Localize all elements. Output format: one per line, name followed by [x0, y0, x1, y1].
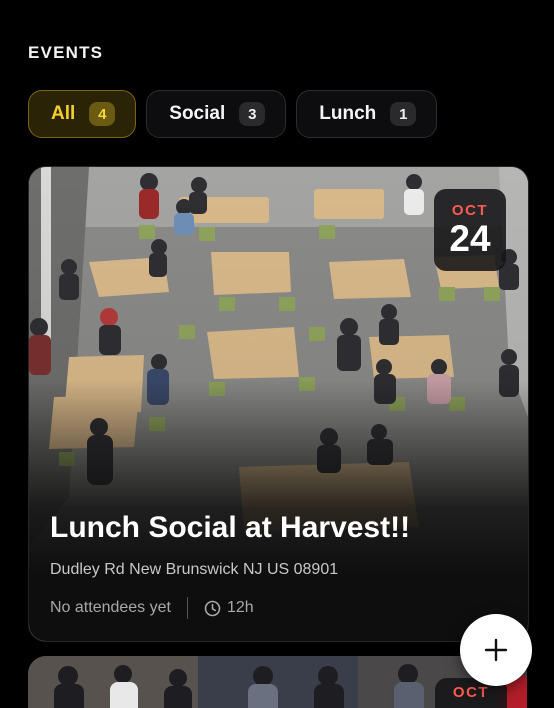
events-screen: EVENTS All 4 Social 3 Lunch 1 OCT 24 Lun…	[0, 0, 554, 708]
filter-chip-count: 4	[89, 102, 116, 126]
event-duration: 12h	[226, 599, 254, 616]
filter-chips: All 4 Social 3 Lunch 1	[28, 90, 438, 138]
plus-icon	[484, 638, 508, 662]
date-month: OCT	[452, 684, 490, 701]
event-card[interactable]: OCT	[28, 656, 527, 708]
event-meta: No attendees yet 12h	[50, 597, 254, 619]
filter-chip-count: 3	[239, 102, 266, 126]
filter-chip-lunch[interactable]: Lunch 1	[296, 90, 438, 138]
filter-chip-all[interactable]: All 4	[28, 90, 137, 138]
date-day: 24	[449, 217, 491, 259]
date-month: OCT	[451, 201, 489, 219]
date-badge: OCT 24	[434, 189, 506, 271]
filter-chip-count: 1	[390, 102, 417, 126]
clock-icon	[204, 600, 221, 617]
meta-divider	[186, 597, 188, 619]
filter-chip-label: Lunch	[319, 103, 377, 124]
event-card[interactable]: OCT 24 Lunch Social at Harvest!! Dudley …	[28, 166, 529, 642]
section-title: EVENTS	[28, 43, 104, 62]
filter-chip-social[interactable]: Social 3	[146, 90, 287, 138]
add-event-button[interactable]	[460, 614, 532, 686]
event-title: Lunch Social at Harvest!!	[50, 511, 411, 544]
event-address: Dudley Rd New Brunswick NJ US 08901	[50, 561, 339, 578]
filter-chip-label: All	[51, 103, 76, 124]
attendees-text: No attendees yet	[50, 599, 171, 616]
filter-chip-label: Social	[169, 103, 226, 124]
